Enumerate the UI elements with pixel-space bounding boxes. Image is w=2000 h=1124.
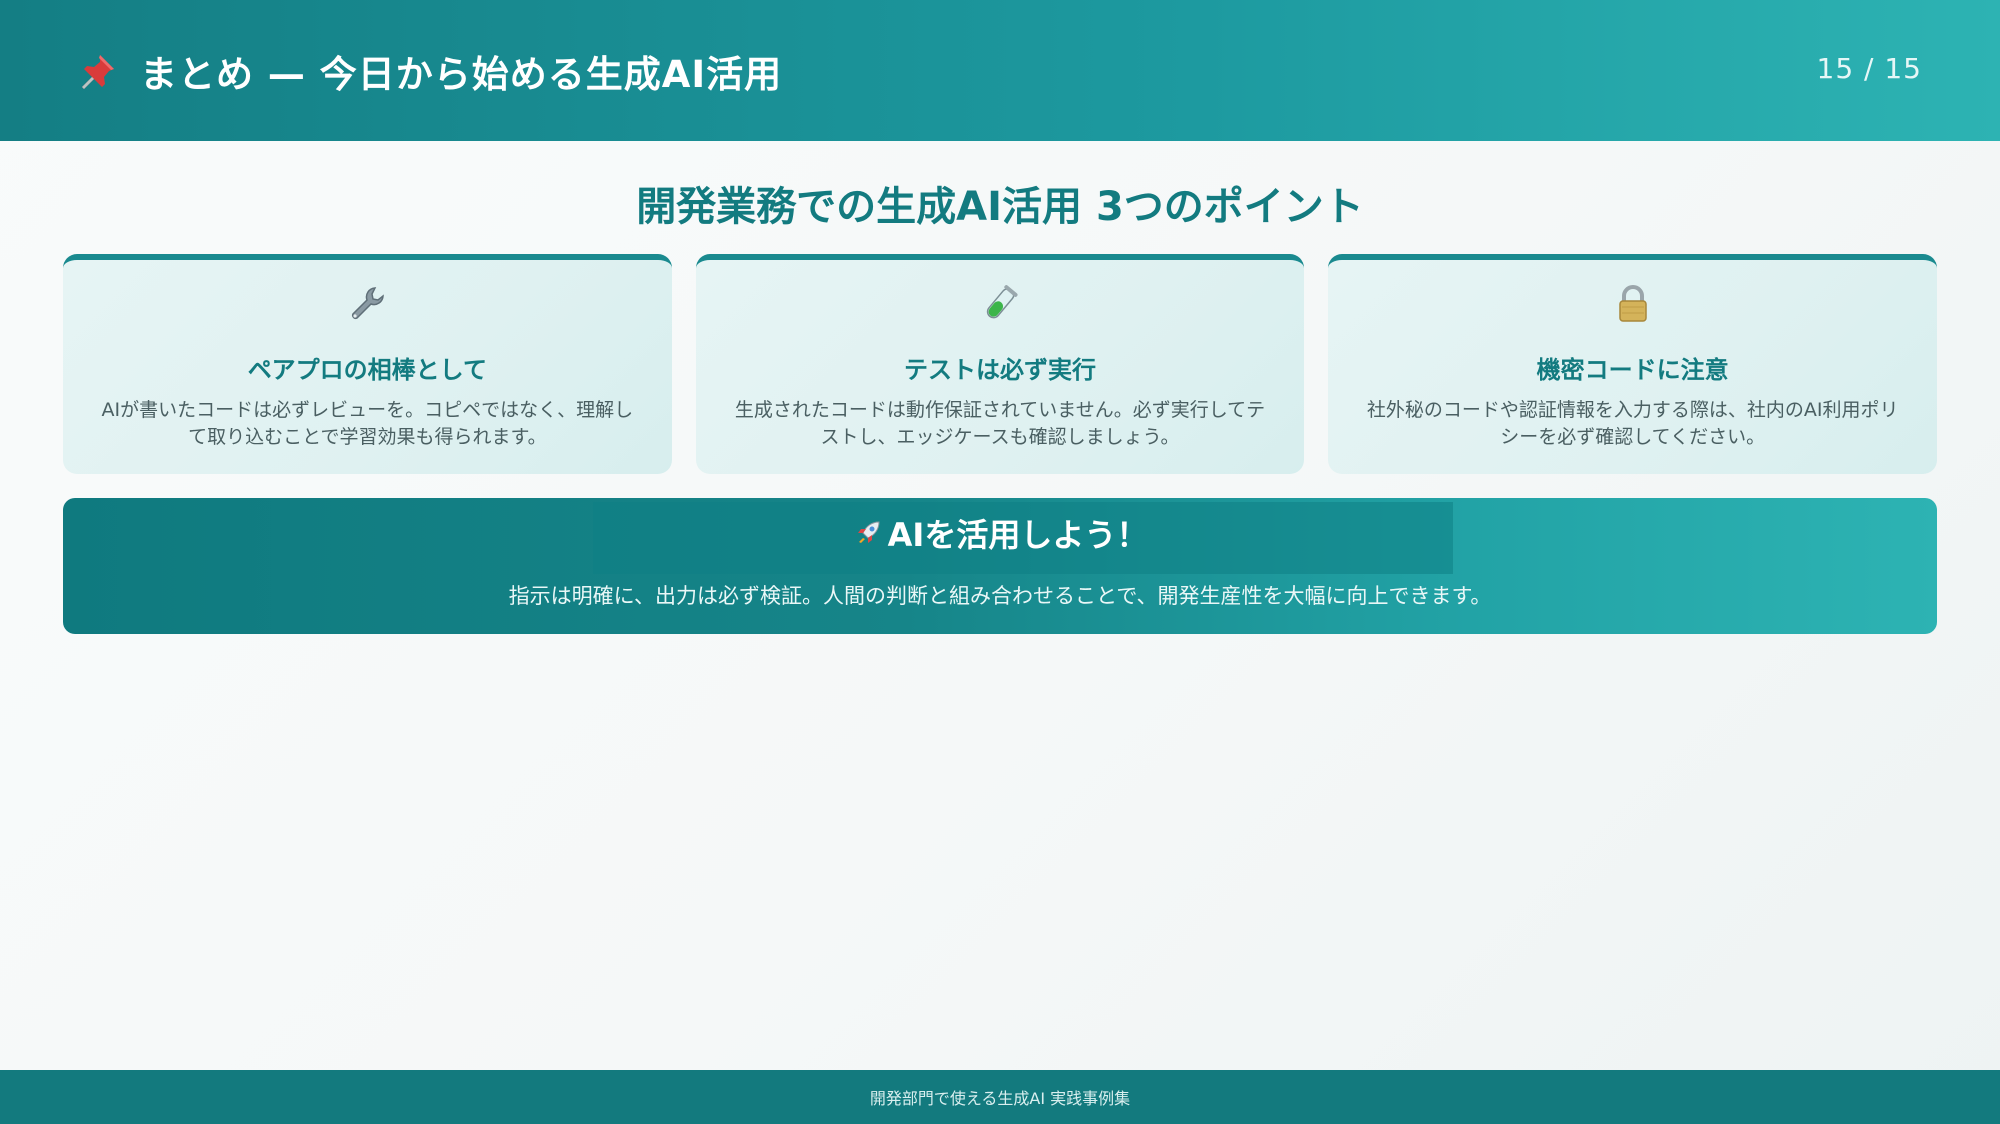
header-bar: まとめ — 今日から始める生成AI活用 15 / 15: [0, 0, 2000, 141]
slide: まとめ — 今日から始める生成AI活用 15 / 15 開発業務での生成AI活用…: [0, 0, 2000, 1124]
banner-text: 指示は明確に、出力は必ず検証。人間の判断と組み合わせることで、開発生産性を大幅に…: [508, 584, 1492, 608]
page-number: 15 / 15: [1816, 52, 1922, 85]
banner-title: AIを活用しよう！: [63, 510, 1937, 556]
slide-title: まとめ — 今日から始める生成AI活用: [140, 52, 783, 96]
banner-title-text: AIを活用しよう！: [887, 516, 1149, 554]
card-description: 生成されたコードは動作保証されていません。必ず実行してテストし、エッジケースも確…: [734, 399, 1266, 448]
card-title: ペアプロの相棒として: [247, 356, 487, 384]
card-description: 社外秘のコードや認証情報を入力する際は、社内のAI利用ポリシーを必ず確認してくだ…: [1366, 399, 1899, 448]
pushpin-icon: [82, 54, 114, 89]
card-title: テストは必ず実行: [904, 356, 1096, 384]
lock-icon: [1618, 285, 1647, 322]
footer-bar: 開発部門で使える生成AI 実践事例集: [0, 1070, 2000, 1124]
wrench-icon: [352, 287, 385, 320]
footer-text: 開発部門で使える生成AI 実践事例集: [869, 1089, 1131, 1108]
card-title: 機密コードに注意: [1536, 356, 1729, 384]
point-card-testing: テストは必ず実行 生成されたコードは動作保証されていません。必ず実行してテストし…: [695, 254, 1305, 474]
point-card-pair-programming: ペアプロの相棒として AIが書いたコードは必ずレビューを。コピペではなく、理解し…: [63, 254, 672, 474]
points-cards: ペアプロの相棒として AIが書いたコードは必ずレビューを。コピペではなく、理解し…: [63, 254, 1938, 474]
test-tube-icon: [986, 285, 1018, 319]
point-card-confidential: 機密コードに注意 社外秘のコードや認証情報を入力する際は、社内のAI利用ポリシー…: [1328, 254, 1938, 474]
section-heading: 開発業務での生成AI活用 3つのポイント: [636, 184, 1364, 230]
card-description: AIが書いたコードは必ずレビューを。コピペではなく、理解して取り込むことで学習効…: [101, 399, 634, 448]
call-to-action-banner: AIを活用しよう！ 指示は明確に、出力は必ず検証。人間の判断と組み合わせることで…: [63, 498, 1937, 634]
rocket-icon: [857, 521, 880, 543]
